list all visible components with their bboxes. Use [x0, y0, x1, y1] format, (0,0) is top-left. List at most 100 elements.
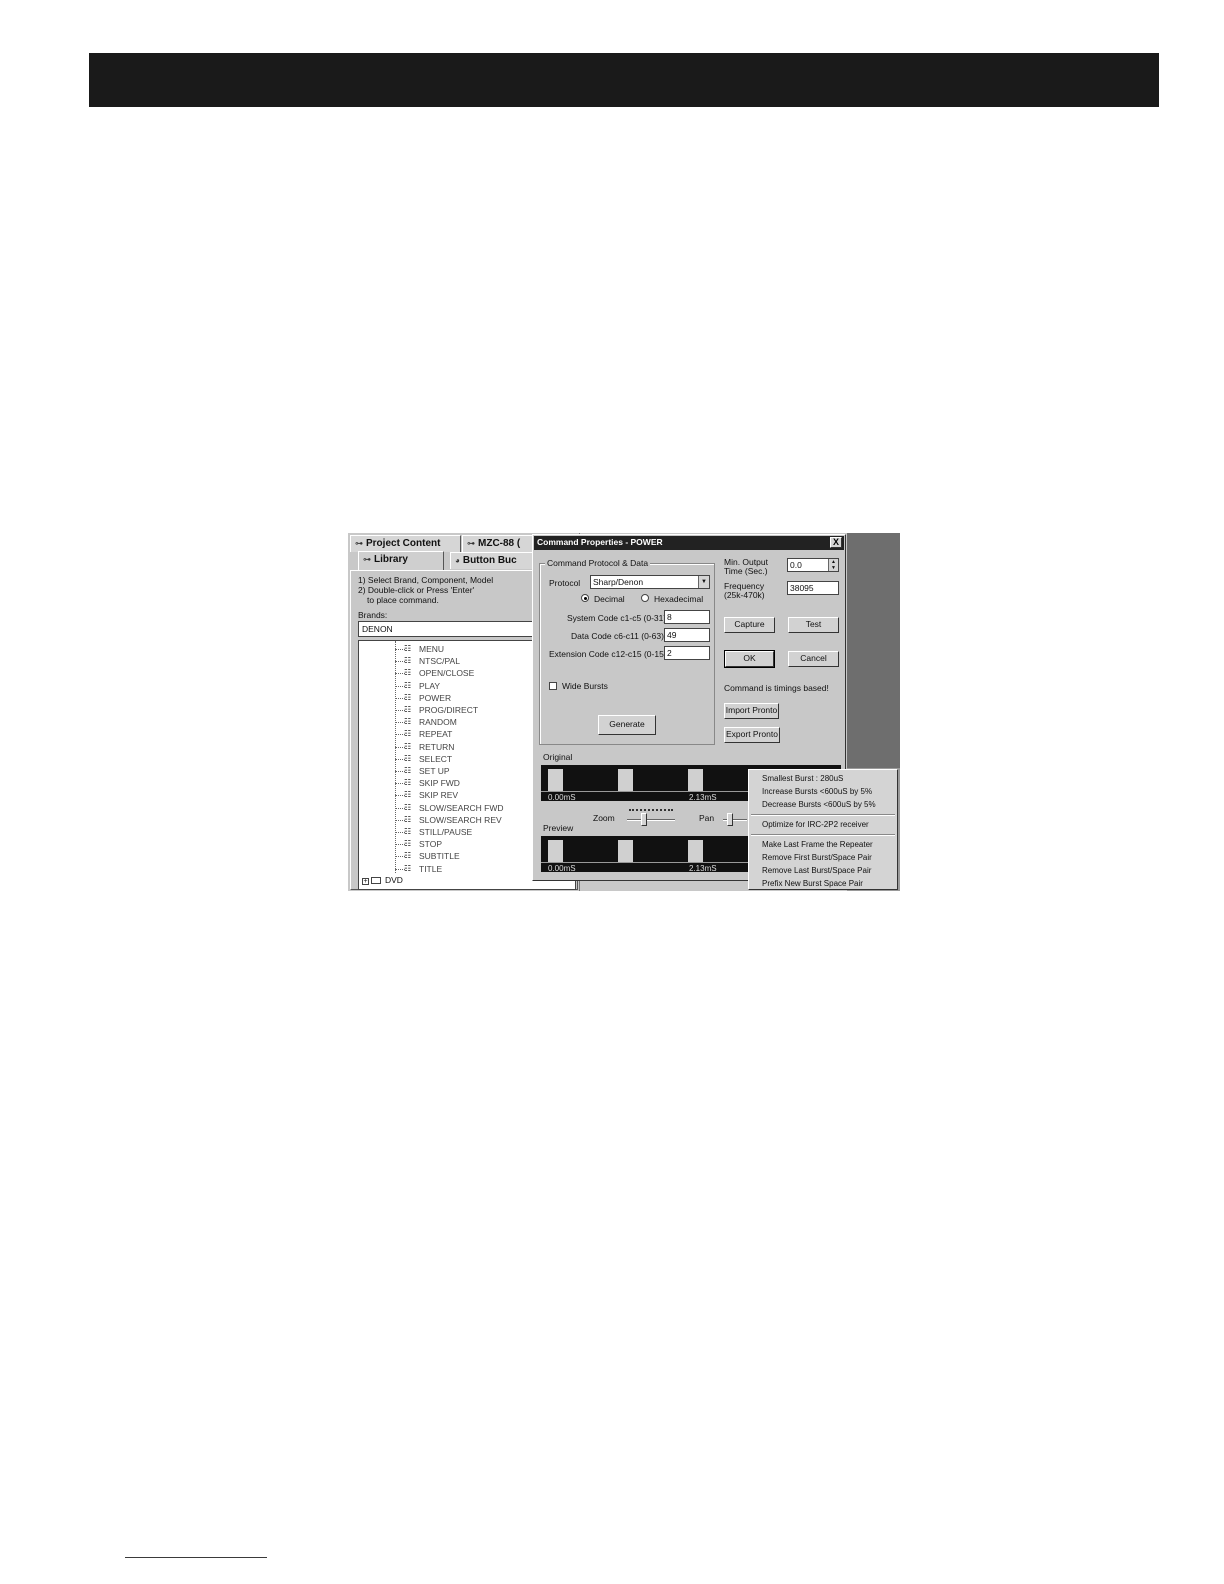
time-mid-label: 2.13mS — [689, 864, 717, 872]
tree-command-label: STILL/PAUSE — [419, 827, 473, 837]
background-window — [847, 533, 900, 768]
tree-command-label: SKIP FWD — [419, 778, 460, 789]
library-icon: ⊶ — [363, 555, 371, 564]
zoom-slider[interactable] — [627, 819, 675, 821]
zoom-label: Zoom — [593, 813, 615, 823]
ok-button[interactable]: OK — [724, 650, 775, 668]
min-output-field[interactable]: 0.0 ▲ ▼ — [787, 558, 839, 572]
tab-label: Button Buc — [462, 555, 517, 566]
ir-command-icon: ☷ — [404, 839, 412, 849]
import-pronto-button[interactable]: Import Pronto — [724, 703, 779, 719]
menu-item-remove-last-pair[interactable]: Remove Last Burst/Space Pair — [762, 866, 871, 875]
folder-icon — [371, 877, 381, 884]
decimal-radio[interactable] — [581, 594, 589, 602]
tree-command-label: STOP — [419, 839, 442, 850]
menu-item-remove-first-pair[interactable]: Remove First Burst/Space Pair — [762, 853, 872, 862]
system-code-field[interactable]: 8 — [664, 610, 710, 624]
cancel-button[interactable]: Cancel — [788, 651, 839, 667]
burst-pulse — [548, 769, 563, 791]
expand-icon[interactable]: + — [362, 878, 369, 885]
hexadecimal-label: Hexadecimal — [654, 594, 704, 604]
tree-command-label: PLAY — [419, 680, 441, 691]
frequency-field[interactable]: 38095 — [787, 581, 839, 595]
ir-command-icon: ☷ — [404, 814, 412, 824]
bucket-icon: ◕ — [455, 556, 460, 565]
preview-label: Preview — [543, 823, 574, 833]
ir-command-icon: ☷ — [404, 851, 412, 861]
close-button[interactable]: X — [830, 537, 842, 548]
extension-code-label: Extension Code c12-c15 (0-15) — [549, 649, 667, 659]
ir-command-icon: ☷ — [404, 717, 412, 727]
burst-pulse — [688, 769, 703, 791]
dialog-titlebar[interactable]: Command Properties - POWER X — [534, 536, 844, 550]
footer-rule — [125, 1557, 267, 1558]
tab-library[interactable]: ⊶ Library — [358, 551, 444, 570]
extension-code-field[interactable]: 2 — [664, 646, 710, 660]
spinner-arrows-icon[interactable]: ▲ ▼ — [828, 559, 838, 571]
tree-command-label: SKIP REV — [419, 790, 459, 801]
capture-button[interactable]: Capture — [724, 617, 775, 633]
tree-command-label: SLOW/SEARCH REV — [419, 814, 502, 825]
time-mid-label: 2.13mS — [689, 793, 717, 801]
ir-command-icon: ☷ — [404, 790, 412, 800]
instruction-line: 1) Select Brand, Component, Model — [358, 575, 494, 585]
tree-folder-label: DVD — [385, 875, 403, 885]
ir-command-icon: ☷ — [404, 644, 412, 653]
chevron-down-icon[interactable]: ▼ — [698, 576, 709, 588]
decimal-label: Decimal — [594, 594, 625, 604]
menu-item-optimize[interactable]: Optimize for IRC-2P2 receiver — [762, 820, 869, 829]
hexadecimal-radio[interactable] — [641, 594, 649, 602]
software-screenshot: ⊶ Project Content ⊶ MZC-88 ( ⊶ Library ◕ But… — [348, 533, 900, 891]
wide-bursts-checkbox[interactable] — [549, 682, 557, 690]
tree-command-label: MENU — [419, 644, 445, 654]
instruction-line: 2) Double-click or Press 'Enter' — [358, 585, 475, 595]
ir-command-icon: ☷ — [404, 729, 412, 739]
ir-command-icon: ☷ — [404, 863, 412, 873]
time-start-label: 0.00mS — [548, 793, 576, 801]
tab-label: MZC-88 ( — [478, 538, 521, 549]
tab-label: Library — [374, 554, 408, 565]
min-output-value: 0.0 — [790, 560, 802, 570]
timings-note: Command is timings based! — [724, 683, 829, 693]
device-icon: ⊶ — [467, 539, 475, 548]
generate-button[interactable]: Generate — [598, 715, 656, 735]
menu-item-decrease-bursts[interactable]: Decrease Bursts <600uS by 5% — [762, 800, 876, 809]
group-title: Command Protocol & Data — [545, 558, 651, 568]
menu-item-prefix-pair[interactable]: Prefix New Burst Space Pair — [762, 879, 863, 888]
tree-connector — [395, 641, 396, 873]
waveform-context-menu: Smallest Burst : 280uS Increase Bursts <… — [748, 769, 898, 890]
wide-bursts-label: Wide Bursts — [562, 681, 608, 691]
protocol-value: Sharp/Denon — [593, 577, 644, 587]
ir-command-icon: ☷ — [404, 656, 412, 666]
original-label: Original — [543, 752, 573, 762]
ir-command-icon: ☷ — [404, 753, 412, 763]
zoom-slider-thumb[interactable] — [641, 813, 647, 826]
tree-command-label: OPEN/CLOSE — [419, 668, 475, 679]
tab-project-content[interactable]: ⊶ Project Content — [350, 535, 461, 552]
min-output-label: Min. Output Time (Sec.) — [724, 557, 768, 576]
time-start-label: 0.00mS — [548, 864, 576, 872]
frequency-label: Frequency (25k-470k) — [724, 581, 765, 600]
data-code-field[interactable]: 49 — [664, 628, 710, 642]
tree-command-label: RETURN — [419, 741, 455, 752]
test-button[interactable]: Test — [788, 617, 839, 633]
menu-item-last-frame-repeater[interactable]: Make Last Frame the Repeater — [762, 840, 873, 849]
export-pronto-button[interactable]: Export Pronto — [724, 727, 780, 743]
burst-pulse — [688, 840, 703, 862]
tree-folder-dvd[interactable]: + DVD — [362, 875, 403, 885]
tree-command-label: SLOW/SEARCH FWD — [419, 802, 504, 813]
menu-item-smallest-burst[interactable]: Smallest Burst : 280uS — [762, 774, 843, 783]
menu-item-increase-bursts[interactable]: Increase Bursts <600uS by 5% — [762, 787, 872, 796]
tree-command-label: SUBTITLE — [419, 851, 460, 862]
data-code-label: Data Code c6-c11 (0-63) — [571, 631, 664, 641]
ir-command-icon: ☷ — [404, 668, 412, 678]
ir-command-icon: ☷ — [404, 802, 412, 812]
tab-mzc[interactable]: ⊶ MZC-88 ( — [462, 535, 542, 552]
menu-separator — [751, 834, 895, 836]
dialog-title: Command Properties - POWER — [537, 537, 663, 547]
tab-label: Project Content — [366, 538, 441, 549]
ir-command-icon: ☷ — [404, 705, 412, 714]
burst-pulse — [548, 840, 563, 862]
pan-slider-thumb[interactable] — [727, 813, 733, 826]
protocol-select[interactable]: Sharp/Denon ▼ — [590, 575, 710, 589]
